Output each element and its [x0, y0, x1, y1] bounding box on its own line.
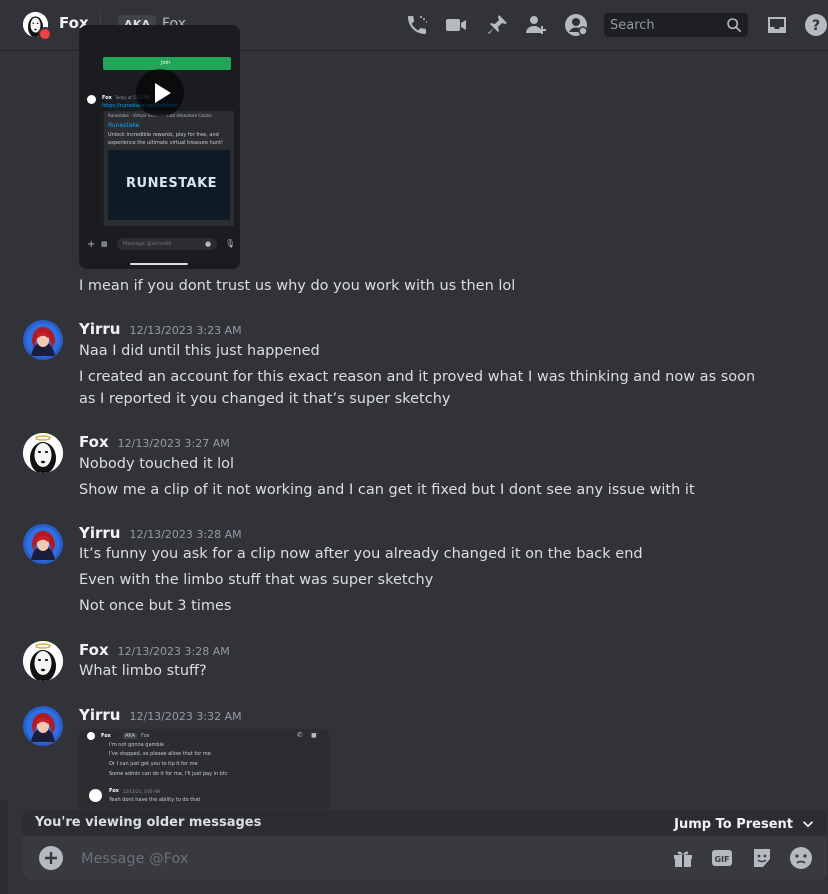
embed-composer-placeholder: Message @iamoddi	[123, 241, 172, 247]
voice-call-icon[interactable]	[405, 13, 429, 37]
anime-girl-avatar-icon	[23, 706, 63, 746]
embed-author: Fox	[102, 95, 112, 101]
anime-girl-avatar-icon	[23, 524, 63, 564]
embed-desc-1: Unlock incredible rewards, play for free…	[108, 132, 219, 138]
gift-icon[interactable]	[671, 846, 695, 870]
emoji-icon[interactable]	[789, 846, 813, 870]
embed-line: Some admin can do it for me, I'll just p…	[109, 771, 228, 777]
video-call-icon[interactable]	[444, 13, 468, 37]
message-timestamp: 12/13/2023 3:28 AM	[117, 645, 230, 658]
no-face-avatar-icon	[23, 433, 63, 473]
message-text: Not once but 3 times	[79, 598, 232, 614]
sticker-icon[interactable]	[750, 846, 774, 870]
message-timestamp: 12/13/2023 3:28 AM	[129, 528, 242, 541]
embed-author: Fox	[101, 733, 111, 739]
svg-text:GIF: GIF	[714, 855, 729, 864]
pin-icon[interactable]	[485, 13, 509, 37]
message-header: Yirru 12/13/2023 3:23 AM	[79, 320, 242, 338]
embed-join-label: Join	[161, 60, 171, 66]
message-header: Yirru 12/13/2023 3:32 AM	[79, 706, 242, 724]
message-text: Even with the limbo stuff that was super…	[79, 572, 434, 588]
author-avatar[interactable]	[23, 641, 63, 681]
video-attachment[interactable]: Join Fox Today at 5:21 PM https://runest…	[79, 25, 240, 269]
user-profile-icon[interactable]	[564, 13, 588, 37]
message-header: Yirru 12/13/2023 3:28 AM	[79, 524, 242, 542]
author-avatar[interactable]	[23, 706, 63, 746]
embed-call-icon: ✆	[297, 731, 303, 739]
message-header: Fox 12/13/2023 3:27 AM	[79, 433, 230, 451]
embed-gift-icon: ▦	[101, 240, 108, 248]
add-friend-icon[interactable]	[524, 13, 548, 37]
older-messages-text: You're viewing older messages	[35, 815, 262, 830]
jump-to-present-label: Jump To Present	[674, 816, 793, 832]
embed-aka-badge: AKA	[123, 733, 138, 739]
message-text: Nobody touched it lol	[79, 456, 235, 472]
message-text: I mean if you dont trust us why do you w…	[79, 278, 516, 294]
embed-plus-icon: +	[87, 239, 96, 250]
image-attachment[interactable]: Fox AKA Fox ✆ ■ I'm not gonna gamble I'v…	[79, 729, 329, 809]
author-name[interactable]: Yirru	[79, 706, 120, 724]
embed-title: Runestake	[108, 122, 140, 129]
message-text: What limbo stuff?	[79, 663, 207, 679]
author-name[interactable]: Fox	[79, 433, 109, 451]
embed-reply-time: 12/13/23, 3:00 AM	[123, 789, 160, 794]
author-avatar[interactable]	[23, 433, 63, 473]
message-text: Naa I did until this just happened	[79, 343, 320, 359]
message-text: It’s funny you ask for a clip now after …	[79, 546, 643, 562]
embed-desc-2: experience the ultimate virtual treasure…	[108, 140, 224, 146]
message-timestamp: 12/13/2023 3:23 AM	[129, 324, 242, 337]
embed-line: Or I can just get you to tip it for me	[109, 761, 198, 767]
link-preview-card: Runestake - Virtual Treasure Hunt Advent…	[102, 111, 234, 226]
embed-line: I'm not gonna gamble	[109, 742, 165, 748]
author-name[interactable]: Yirru	[79, 524, 120, 542]
embed-reply-avatar	[89, 789, 102, 802]
message-text: I created an account for this exact reas…	[79, 369, 756, 407]
embed-alias: Fox	[141, 733, 150, 739]
embed-avatar	[87, 732, 95, 740]
embed-reply-author: Fox	[109, 788, 119, 794]
embed-message-input: Message @iamoddi	[117, 238, 217, 250]
embed-composer: + ▦ Message @iamoddi ● 🎙	[79, 235, 240, 269]
embed-avatar	[87, 95, 96, 104]
runestake-logo-image: RUNESTAKE	[108, 150, 230, 220]
play-icon[interactable]	[136, 69, 184, 117]
embed-emoji-icon: ●	[205, 240, 212, 248]
help-icon[interactable]: ?	[804, 13, 828, 37]
no-face-avatar-icon	[23, 641, 63, 681]
author-avatar[interactable]	[23, 320, 63, 360]
jump-to-present-button[interactable]: Jump To Present	[674, 815, 817, 833]
dnd-status-indicator	[38, 27, 52, 41]
older-messages-bar: You're viewing older messages Jump To Pr…	[23, 810, 827, 836]
message-text: Show me a clip of it not working and I c…	[79, 482, 695, 498]
svg-text:?: ?	[812, 18, 820, 34]
attach-plus-icon[interactable]	[39, 846, 63, 870]
embed-line: I've stopped, so please allow that for m…	[109, 751, 211, 757]
embed-mic-icon: 🎙	[225, 239, 236, 248]
message-timestamp: 12/13/2023 3:27 AM	[117, 437, 230, 450]
author-avatar[interactable]	[23, 524, 63, 564]
search-box[interactable]	[604, 13, 748, 37]
gif-icon[interactable]: GIF	[710, 846, 734, 870]
embed-video-icon: ■	[311, 732, 317, 739]
chevron-down-icon	[802, 821, 814, 828]
inbox-icon[interactable]	[765, 13, 789, 37]
anime-girl-avatar-icon	[23, 320, 63, 360]
embed-reply-text: Yeah dont have the ability to do that	[109, 797, 201, 803]
message-input[interactable]	[79, 846, 643, 872]
message-composer: GIF	[23, 836, 827, 880]
message-timestamp: 12/13/2023 3:32 AM	[129, 710, 242, 723]
author-name[interactable]: Fox	[79, 641, 109, 659]
search-icon	[726, 17, 742, 33]
sidebar-edge	[0, 800, 8, 894]
home-indicator	[130, 263, 188, 265]
search-input[interactable]	[604, 16, 722, 34]
author-name[interactable]: Yirru	[79, 320, 120, 338]
runestake-logo: RUNESTAKE	[126, 176, 218, 191]
message-header: Fox 12/13/2023 3:28 AM	[79, 641, 230, 659]
